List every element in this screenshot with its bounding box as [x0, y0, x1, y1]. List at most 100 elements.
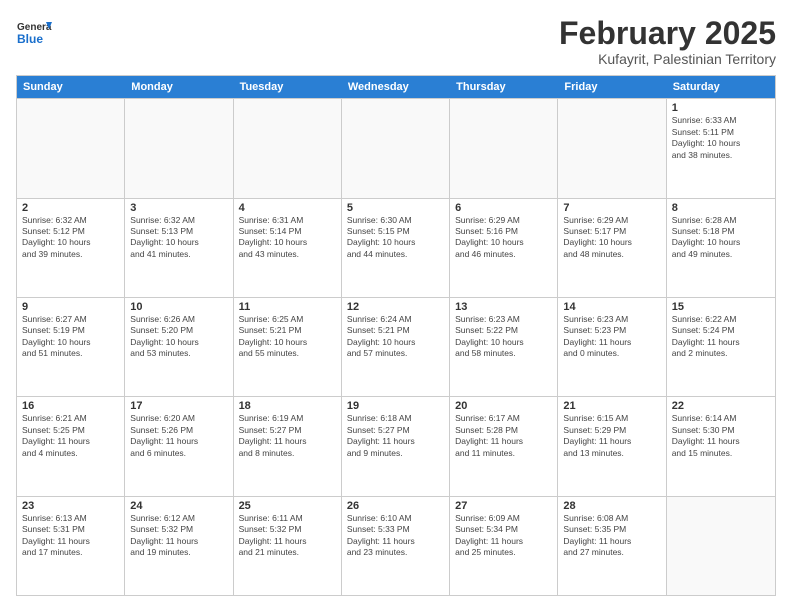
calendar-header: SundayMondayTuesdayWednesdayThursdayFrid… [17, 76, 775, 98]
day-number: 25 [239, 500, 336, 512]
day-number: 11 [239, 301, 336, 313]
day-number: 28 [563, 500, 660, 512]
calendar-cell: 28Sunrise: 6:08 AM Sunset: 5:35 PM Dayli… [558, 497, 666, 595]
day-info: Sunrise: 6:08 AM Sunset: 5:35 PM Dayligh… [563, 513, 660, 559]
calendar-cell: 9Sunrise: 6:27 AM Sunset: 5:19 PM Daylig… [17, 298, 125, 396]
day-number: 12 [347, 301, 444, 313]
day-info: Sunrise: 6:30 AM Sunset: 5:15 PM Dayligh… [347, 215, 444, 261]
day-number: 2 [22, 202, 119, 214]
day-info: Sunrise: 6:29 AM Sunset: 5:17 PM Dayligh… [563, 215, 660, 261]
calendar-cell [234, 99, 342, 197]
day-info: Sunrise: 6:31 AM Sunset: 5:14 PM Dayligh… [239, 215, 336, 261]
day-info: Sunrise: 6:22 AM Sunset: 5:24 PM Dayligh… [672, 314, 770, 360]
calendar-cell [125, 99, 233, 197]
day-info: Sunrise: 6:10 AM Sunset: 5:33 PM Dayligh… [347, 513, 444, 559]
calendar-cell: 2Sunrise: 6:32 AM Sunset: 5:12 PM Daylig… [17, 199, 125, 297]
day-number: 24 [130, 500, 227, 512]
calendar-cell: 7Sunrise: 6:29 AM Sunset: 5:17 PM Daylig… [558, 199, 666, 297]
day-info: Sunrise: 6:21 AM Sunset: 5:25 PM Dayligh… [22, 413, 119, 459]
day-info: Sunrise: 6:26 AM Sunset: 5:20 PM Dayligh… [130, 314, 227, 360]
day-number: 8 [672, 202, 770, 214]
day-info: Sunrise: 6:09 AM Sunset: 5:34 PM Dayligh… [455, 513, 552, 559]
page: General Blue February 2025 Kufayrit, Pal… [0, 0, 792, 612]
calendar-row: 1Sunrise: 6:33 AM Sunset: 5:11 PM Daylig… [17, 98, 775, 197]
day-number: 10 [130, 301, 227, 313]
calendar-cell: 25Sunrise: 6:11 AM Sunset: 5:32 PM Dayli… [234, 497, 342, 595]
day-number: 22 [672, 400, 770, 412]
day-number: 17 [130, 400, 227, 412]
day-info: Sunrise: 6:25 AM Sunset: 5:21 PM Dayligh… [239, 314, 336, 360]
day-info: Sunrise: 6:27 AM Sunset: 5:19 PM Dayligh… [22, 314, 119, 360]
calendar-cell: 27Sunrise: 6:09 AM Sunset: 5:34 PM Dayli… [450, 497, 558, 595]
day-number: 13 [455, 301, 552, 313]
calendar-cell [342, 99, 450, 197]
day-number: 9 [22, 301, 119, 313]
day-number: 16 [22, 400, 119, 412]
day-number: 3 [130, 202, 227, 214]
day-info: Sunrise: 6:28 AM Sunset: 5:18 PM Dayligh… [672, 215, 770, 261]
day-info: Sunrise: 6:32 AM Sunset: 5:13 PM Dayligh… [130, 215, 227, 261]
calendar: SundayMondayTuesdayWednesdayThursdayFrid… [16, 75, 776, 596]
day-info: Sunrise: 6:18 AM Sunset: 5:27 PM Dayligh… [347, 413, 444, 459]
calendar-header-cell: Friday [558, 76, 666, 98]
calendar-cell: 14Sunrise: 6:23 AM Sunset: 5:23 PM Dayli… [558, 298, 666, 396]
day-number: 4 [239, 202, 336, 214]
svg-text:Blue: Blue [17, 32, 43, 46]
calendar-cell: 18Sunrise: 6:19 AM Sunset: 5:27 PM Dayli… [234, 397, 342, 495]
calendar-row: 16Sunrise: 6:21 AM Sunset: 5:25 PM Dayli… [17, 396, 775, 495]
calendar-cell: 1Sunrise: 6:33 AM Sunset: 5:11 PM Daylig… [667, 99, 775, 197]
calendar-row: 2Sunrise: 6:32 AM Sunset: 5:12 PM Daylig… [17, 198, 775, 297]
day-number: 15 [672, 301, 770, 313]
day-number: 27 [455, 500, 552, 512]
day-info: Sunrise: 6:13 AM Sunset: 5:31 PM Dayligh… [22, 513, 119, 559]
calendar-cell: 6Sunrise: 6:29 AM Sunset: 5:16 PM Daylig… [450, 199, 558, 297]
day-info: Sunrise: 6:23 AM Sunset: 5:22 PM Dayligh… [455, 314, 552, 360]
header: General Blue February 2025 Kufayrit, Pal… [16, 16, 776, 67]
calendar-cell [667, 497, 775, 595]
day-number: 19 [347, 400, 444, 412]
calendar-cell: 15Sunrise: 6:22 AM Sunset: 5:24 PM Dayli… [667, 298, 775, 396]
calendar-header-cell: Sunday [17, 76, 125, 98]
calendar-cell: 21Sunrise: 6:15 AM Sunset: 5:29 PM Dayli… [558, 397, 666, 495]
day-info: Sunrise: 6:12 AM Sunset: 5:32 PM Dayligh… [130, 513, 227, 559]
main-title: February 2025 [559, 16, 776, 51]
day-number: 18 [239, 400, 336, 412]
day-info: Sunrise: 6:15 AM Sunset: 5:29 PM Dayligh… [563, 413, 660, 459]
calendar-row: 9Sunrise: 6:27 AM Sunset: 5:19 PM Daylig… [17, 297, 775, 396]
calendar-cell: 13Sunrise: 6:23 AM Sunset: 5:22 PM Dayli… [450, 298, 558, 396]
calendar-cell: 19Sunrise: 6:18 AM Sunset: 5:27 PM Dayli… [342, 397, 450, 495]
day-number: 23 [22, 500, 119, 512]
calendar-cell [17, 99, 125, 197]
calendar-cell: 26Sunrise: 6:10 AM Sunset: 5:33 PM Dayli… [342, 497, 450, 595]
calendar-cell: 16Sunrise: 6:21 AM Sunset: 5:25 PM Dayli… [17, 397, 125, 495]
calendar-header-cell: Thursday [450, 76, 558, 98]
day-number: 5 [347, 202, 444, 214]
calendar-cell: 17Sunrise: 6:20 AM Sunset: 5:26 PM Dayli… [125, 397, 233, 495]
calendar-cell: 10Sunrise: 6:26 AM Sunset: 5:20 PM Dayli… [125, 298, 233, 396]
logo-icon: General Blue [16, 16, 52, 52]
day-number: 1 [672, 102, 770, 114]
day-info: Sunrise: 6:14 AM Sunset: 5:30 PM Dayligh… [672, 413, 770, 459]
day-info: Sunrise: 6:20 AM Sunset: 5:26 PM Dayligh… [130, 413, 227, 459]
calendar-row: 23Sunrise: 6:13 AM Sunset: 5:31 PM Dayli… [17, 496, 775, 595]
day-number: 26 [347, 500, 444, 512]
calendar-cell: 12Sunrise: 6:24 AM Sunset: 5:21 PM Dayli… [342, 298, 450, 396]
calendar-cell: 20Sunrise: 6:17 AM Sunset: 5:28 PM Dayli… [450, 397, 558, 495]
day-number: 14 [563, 301, 660, 313]
day-number: 20 [455, 400, 552, 412]
logo: General Blue [16, 16, 52, 52]
calendar-cell: 5Sunrise: 6:30 AM Sunset: 5:15 PM Daylig… [342, 199, 450, 297]
calendar-cell: 11Sunrise: 6:25 AM Sunset: 5:21 PM Dayli… [234, 298, 342, 396]
day-info: Sunrise: 6:23 AM Sunset: 5:23 PM Dayligh… [563, 314, 660, 360]
day-number: 21 [563, 400, 660, 412]
title-section: February 2025 Kufayrit, Palestinian Terr… [559, 16, 776, 67]
calendar-cell: 3Sunrise: 6:32 AM Sunset: 5:13 PM Daylig… [125, 199, 233, 297]
day-number: 7 [563, 202, 660, 214]
calendar-header-cell: Tuesday [234, 76, 342, 98]
calendar-cell: 23Sunrise: 6:13 AM Sunset: 5:31 PM Dayli… [17, 497, 125, 595]
calendar-cell [450, 99, 558, 197]
day-number: 6 [455, 202, 552, 214]
day-info: Sunrise: 6:33 AM Sunset: 5:11 PM Dayligh… [672, 115, 770, 161]
day-info: Sunrise: 6:19 AM Sunset: 5:27 PM Dayligh… [239, 413, 336, 459]
day-info: Sunrise: 6:11 AM Sunset: 5:32 PM Dayligh… [239, 513, 336, 559]
